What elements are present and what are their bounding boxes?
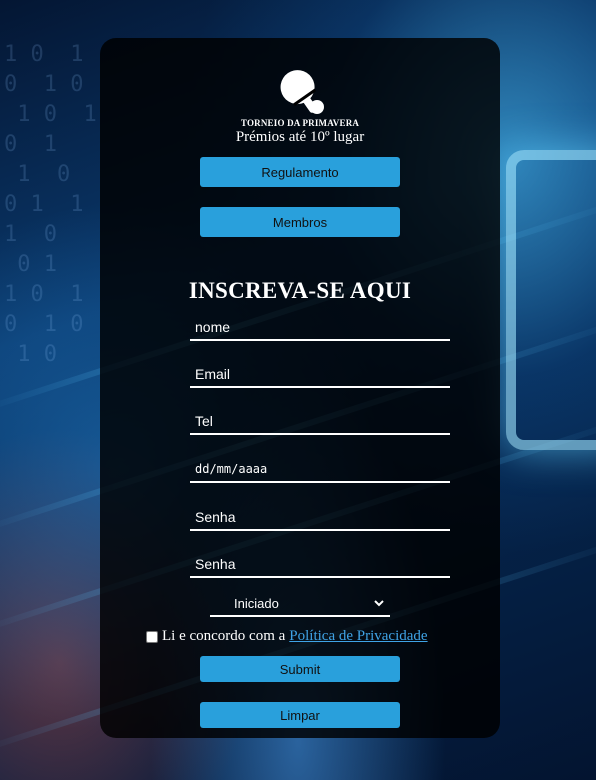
binary-pattern: 1 0 1 0 1 0 1 0 1 0 1 1 0 0 1 1 1 0 0 1 … — [4, 42, 97, 367]
birthdate-input[interactable] — [190, 457, 450, 483]
level-select[interactable]: Iniciado — [210, 591, 390, 617]
chip-graphic — [506, 150, 596, 450]
privacy-checkbox[interactable] — [146, 630, 158, 643]
members-button[interactable]: Membros — [200, 207, 400, 237]
email-input[interactable] — [190, 362, 450, 388]
chevron-down-icon — [374, 600, 384, 607]
consent-text: Li e concordo com a — [162, 628, 286, 644]
prize-subtitle: Prémios até 10º lugar — [235, 129, 365, 145]
rules-button[interactable]: Regulamento — [200, 157, 400, 187]
tournament-title: TORNEIO DA PRIMAVERA — [240, 118, 360, 128]
registration-card: TORNEIO DA PRIMAVERA Prémios até 10º lug… — [100, 38, 500, 738]
password-confirm-input[interactable] — [190, 552, 450, 578]
privacy-consent: Li e concordo com a Política de Privacid… — [146, 628, 428, 645]
name-input[interactable] — [190, 315, 450, 341]
level-select-value: Iniciado — [234, 595, 279, 611]
form-heading: INSCREVA-SE AQUI — [188, 278, 412, 303]
reset-button[interactable]: Limpar — [200, 702, 400, 728]
submit-button[interactable]: Submit — [200, 656, 400, 682]
privacy-policy-link[interactable]: Política de Privacidade — [289, 628, 427, 645]
password-input[interactable] — [190, 505, 450, 531]
ping-pong-paddle-icon — [280, 70, 324, 114]
phone-input[interactable] — [190, 409, 450, 435]
